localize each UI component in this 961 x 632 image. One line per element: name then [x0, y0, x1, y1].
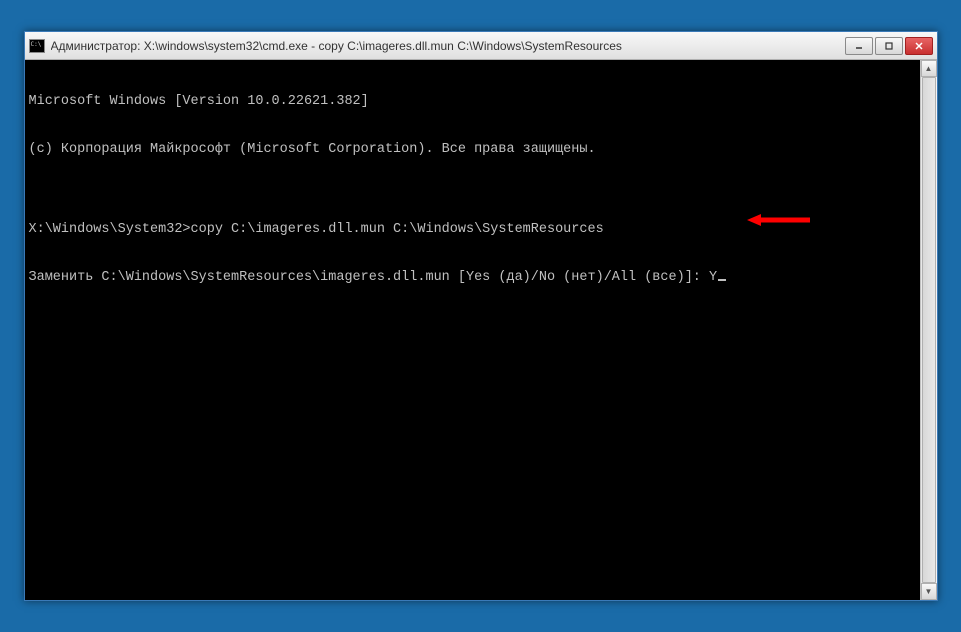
maximize-button[interactable]: [875, 37, 903, 55]
text-cursor: [718, 279, 726, 281]
scroll-down-button[interactable]: ▼: [921, 583, 937, 600]
cmd-window: Администратор: X:\windows\system32\cmd.e…: [24, 31, 938, 601]
minimize-button[interactable]: [845, 37, 873, 55]
titlebar[interactable]: Администратор: X:\windows\system32\cmd.e…: [25, 32, 937, 60]
scroll-track[interactable]: [921, 77, 937, 583]
cmd-icon: [29, 39, 45, 53]
terminal-wrapper: Microsoft Windows [Version 10.0.22621.38…: [25, 60, 937, 600]
terminal-output[interactable]: Microsoft Windows [Version 10.0.22621.38…: [25, 60, 920, 600]
close-button[interactable]: [905, 37, 933, 55]
window-title: Администратор: X:\windows\system32\cmd.e…: [51, 39, 845, 53]
terminal-line: X:\Windows\System32>copy C:\imageres.dll…: [29, 222, 916, 238]
scroll-thumb[interactable]: [922, 77, 936, 583]
prompt-text: Заменить C:\Windows\SystemResources\imag…: [29, 270, 718, 285]
terminal-line: Microsoft Windows [Version 10.0.22621.38…: [29, 94, 916, 110]
terminal-line: (c) Корпорация Майкрософт (Microsoft Cor…: [29, 142, 916, 158]
scroll-up-button[interactable]: ▲: [921, 60, 937, 77]
vertical-scrollbar[interactable]: ▲ ▼: [920, 60, 937, 600]
terminal-prompt-line: Заменить C:\Windows\SystemResources\imag…: [29, 270, 916, 286]
window-controls: [845, 37, 933, 55]
